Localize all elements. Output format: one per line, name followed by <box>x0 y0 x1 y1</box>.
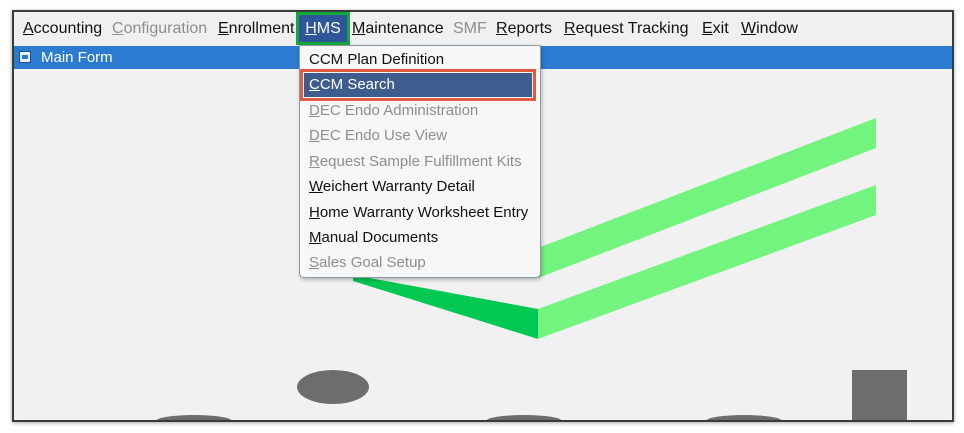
application-window: Accounting Configuration Enrollment HMS … <box>12 10 954 422</box>
menu-maintenance[interactable]: Maintenance <box>350 12 446 45</box>
menu-item-dec-endo-administration[interactable]: DEC Endo Administration <box>309 99 478 123</box>
menu-reports[interactable]: Reports <box>494 12 554 45</box>
menu-smf[interactable]: SMF <box>451 12 489 45</box>
menu-request-tracking[interactable]: Request Tracking <box>562 12 691 45</box>
menu-item-dec-endo-use-view[interactable]: DEC Endo Use View <box>309 124 447 148</box>
hms-dropdown-menu: CCM Plan Definition CCM Search DEC Endo … <box>299 45 541 278</box>
menu-hms[interactable]: HMS <box>296 12 350 45</box>
logo-gray-base-2 <box>486 415 562 420</box>
window-title: Main Form <box>41 49 113 66</box>
logo-gray-ellipse <box>297 370 369 404</box>
logo-stripe-dark <box>353 275 538 339</box>
menu-exit[interactable]: Exit <box>700 12 731 45</box>
menu-item-request-sample-fulfillment-kits[interactable]: Request Sample Fulfillment Kits <box>309 150 522 174</box>
menu-item-home-warranty-worksheet-entry[interactable]: Home Warranty Worksheet Entry <box>309 201 528 225</box>
menu-item-weichert-warranty-detail[interactable]: Weichert Warranty Detail <box>309 175 475 199</box>
logo-gray-base-3 <box>706 415 782 420</box>
menu-bar: Accounting Configuration Enrollment HMS … <box>14 12 952 45</box>
menu-accounting[interactable]: Accounting <box>21 12 104 45</box>
logo-gray-base-1 <box>156 415 232 420</box>
menu-window[interactable]: Window <box>739 12 800 45</box>
menu-item-ccm-plan-definition[interactable]: CCM Plan Definition <box>309 48 444 72</box>
menu-configuration[interactable]: Configuration <box>110 12 209 45</box>
menu-enrollment[interactable]: Enrollment <box>216 12 296 45</box>
logo-gray-block <box>852 370 907 420</box>
form-window-icon <box>19 51 31 63</box>
menu-item-manual-documents[interactable]: Manual Documents <box>309 226 438 250</box>
menu-item-sales-goal-setup[interactable]: Sales Goal Setup <box>309 251 426 275</box>
menu-item-ccm-search[interactable]: CCM Search <box>300 69 536 101</box>
